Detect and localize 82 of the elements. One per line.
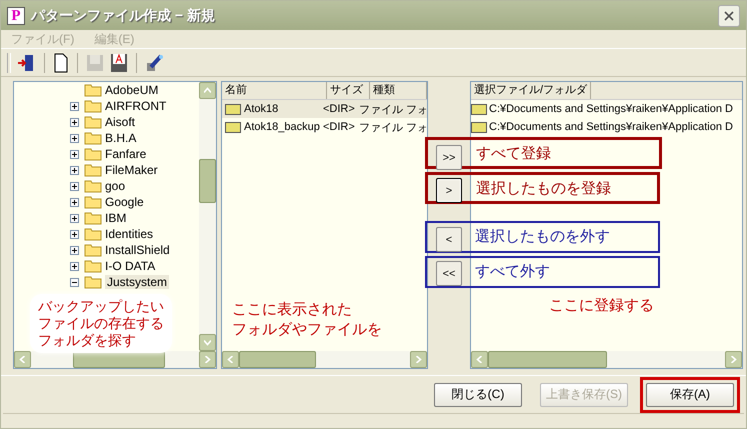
- wizard-icon: [145, 52, 165, 73]
- annotation-note: フォルダやファイルを: [232, 320, 382, 340]
- folder-tree-item[interactable]: IBM: [105, 211, 126, 226]
- folder-icon: [471, 121, 487, 134]
- list-item[interactable]: C:¥Documents and Settings¥raiken¥Application D: [489, 121, 733, 134]
- folder-icon: [84, 83, 102, 98]
- expand-icon[interactable]: [70, 134, 81, 143]
- folder-icon: [84, 227, 102, 242]
- folder-tree-item[interactable]: Identities: [105, 227, 154, 242]
- dialog-button[interactable]: 閉じる(C): [434, 382, 522, 407]
- toolbar-button[interactable]: [109, 52, 129, 74]
- expand-icon[interactable]: [70, 166, 81, 175]
- folder-tree-item[interactable]: B.H.A: [105, 131, 136, 146]
- toolbar-button[interactable]: [52, 52, 70, 74]
- folder-tree-item[interactable]: Aisoft: [105, 115, 136, 130]
- column-header[interactable]: 種類: [370, 82, 427, 100]
- folder-tree-item[interactable]: FileMaker: [105, 163, 158, 178]
- folder-tree-item[interactable]: goo: [105, 179, 126, 194]
- expand-icon[interactable]: [70, 102, 81, 111]
- transfer-button[interactable]: >>: [436, 145, 462, 170]
- expand-icon[interactable]: [70, 246, 81, 255]
- folder-tree-item[interactable]: AIRFRONT: [105, 99, 166, 114]
- folder-icon: [225, 103, 241, 116]
- folder-icon: [84, 211, 102, 226]
- horizontal-scrollbar[interactable]: [222, 351, 427, 368]
- horizontal-scrollbar[interactable]: [471, 351, 742, 368]
- folder-icon: [225, 121, 241, 134]
- folder-tree-item[interactable]: I-O DATA: [105, 259, 156, 274]
- folder-icon: [84, 99, 102, 114]
- table-cell-text: <DIR>: [322, 103, 356, 116]
- horizontal-scrollbar[interactable]: [14, 351, 216, 368]
- table-cell-text: <DIR>: [322, 121, 356, 134]
- file-row[interactable]: Atok18 <DIR> ファイル フォ: [222, 100, 427, 118]
- app-logo: P: [7, 6, 25, 25]
- folder-tree-item[interactable]: InstallShield: [105, 243, 170, 258]
- scrollbar-thumb[interactable]: [199, 159, 216, 204]
- folder-icon: [84, 259, 102, 274]
- list-item[interactable]: C:¥Documents and Settings¥raiken¥Application D: [489, 103, 733, 116]
- folder-icon: [84, 195, 102, 210]
- folder-tree-item[interactable]: Google: [105, 195, 144, 210]
- expand-icon[interactable]: [70, 182, 81, 191]
- folder-icon: [84, 163, 102, 178]
- vertical-scrollbar[interactable]: [199, 82, 216, 352]
- table-cell: Atok18_backup: [244, 121, 320, 134]
- expand-icon[interactable]: [70, 118, 81, 127]
- close-icon: [723, 10, 735, 22]
- transfer-button[interactable]: <<: [436, 261, 462, 286]
- table-cell-text: ファイル フォ: [358, 102, 427, 117]
- folder-icon: [84, 131, 102, 146]
- expand-icon[interactable]: [70, 262, 81, 271]
- annotation-note: バックアップしたい: [38, 298, 164, 316]
- door-arrow-icon: [16, 52, 36, 73]
- folder-icon: [471, 103, 487, 116]
- folder-icon: [84, 179, 102, 194]
- folder-icon: [84, 115, 102, 130]
- expand-icon[interactable]: [70, 230, 81, 239]
- expand-icon[interactable]: [70, 150, 81, 159]
- column-header[interactable]: 名前: [222, 82, 327, 100]
- folder-icon: [84, 275, 102, 290]
- folder-icon: [84, 147, 102, 162]
- file-row[interactable]: Atok18_backup <DIR> ファイル フォ: [222, 118, 427, 136]
- table-cell-text: ファイル フォ: [358, 120, 427, 135]
- collapse-icon[interactable]: [70, 278, 81, 287]
- folder-tree-item[interactable]: Justsystem: [105, 275, 170, 290]
- annotation-note: ここに表示された: [232, 300, 353, 320]
- annotation-note: ここに登録する: [549, 296, 654, 316]
- transfer-button[interactable]: >: [436, 178, 462, 204]
- dialog-button[interactable]: 保存(A): [646, 382, 734, 407]
- blank-page-icon: [53, 52, 69, 73]
- transfer-button[interactable]: <: [436, 227, 462, 252]
- folder-tree-item[interactable]: AdobeUM: [105, 83, 158, 98]
- annotation-note: ファイルの存在する: [38, 315, 164, 332]
- floppy-disk-letter-icon: [110, 52, 128, 73]
- folder-tree-item[interactable]: Fanfare: [105, 147, 146, 162]
- column-header[interactable]: サイズ: [327, 82, 370, 100]
- folder-icon: [84, 243, 102, 258]
- annotation-note: フォルダを探す: [38, 332, 137, 350]
- expand-icon[interactable]: [70, 214, 81, 223]
- window-title: パターンファイル作成 − 新規: [31, 6, 216, 25]
- expand-icon[interactable]: [70, 198, 81, 207]
- table-cell: Atok18: [244, 103, 278, 116]
- close-button[interactable]: [718, 4, 740, 27]
